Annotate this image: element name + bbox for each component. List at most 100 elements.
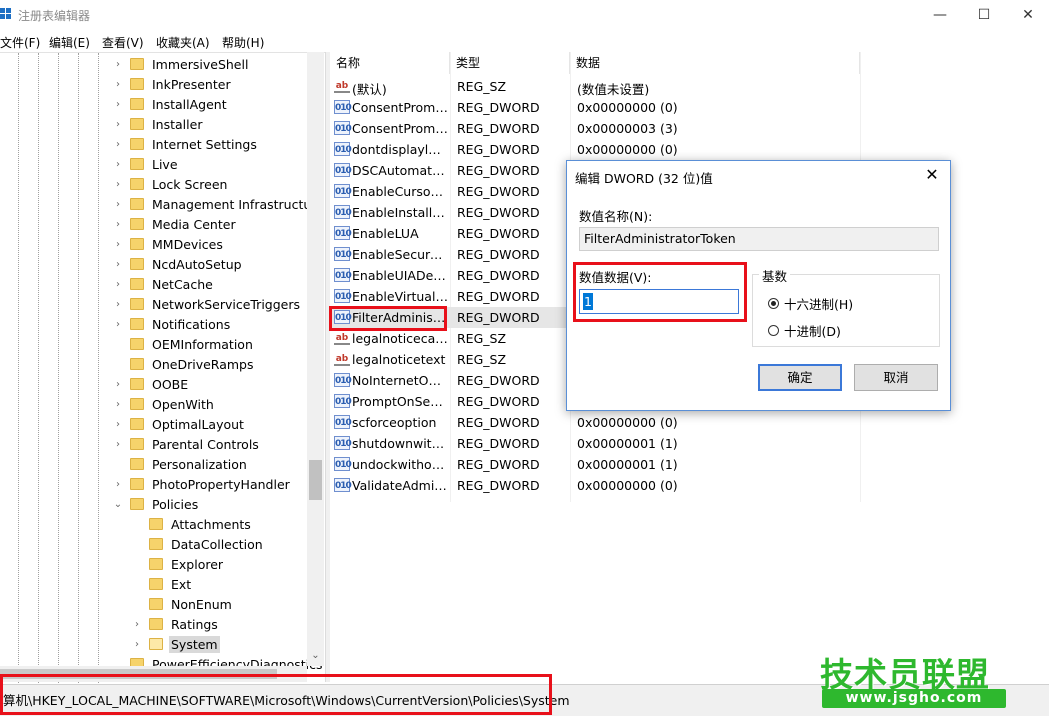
tree-item[interactable]: Personalization <box>112 454 249 474</box>
tree-item[interactable]: › ImmersiveShell <box>112 54 250 74</box>
value-data: (数值未设置) <box>577 82 650 97</box>
tree-item[interactable]: › Media Center <box>112 214 238 234</box>
value-data-input[interactable]: 1 <box>579 289 739 314</box>
column-header-name[interactable]: 名称 <box>330 52 450 74</box>
ok-button[interactable]: 确定 <box>758 364 842 391</box>
menu-view[interactable]: 查看(V) <box>102 34 144 51</box>
tree-item-label: Internet Settings <box>152 136 257 152</box>
tree-item[interactable]: DataCollection <box>131 534 265 554</box>
tree-item[interactable]: › OptimalLayout <box>112 414 246 434</box>
tree-item[interactable]: › NetworkServiceTriggers <box>112 294 302 314</box>
tree-item[interactable]: Attachments <box>131 514 253 534</box>
value-row[interactable]: 010dontdisplaylastusername REG_DWORD 0x000… <box>330 139 860 160</box>
tree-item[interactable]: › InkPresenter <box>112 74 233 94</box>
folder-icon <box>130 378 144 390</box>
radio-decimal[interactable]: 十进制(D) <box>768 321 841 340</box>
value-row[interactable]: 010ConsentPromptBehaviorUser REG_DWORD 0x0… <box>330 118 860 139</box>
expand-arrow-icon[interactable]: › <box>131 619 143 630</box>
dialog-close-icon[interactable]: ✕ <box>918 163 946 187</box>
cancel-button[interactable]: 取消 <box>854 364 938 391</box>
tree-item-label: Lock Screen <box>152 176 228 192</box>
tree-item[interactable]: OneDriveRamps <box>112 354 255 374</box>
tree-item[interactable]: › Management Infrastructure <box>112 194 325 214</box>
tree-item[interactable]: Explorer <box>131 554 225 574</box>
expand-arrow-icon[interactable]: › <box>112 399 124 410</box>
expand-arrow-icon[interactable]: › <box>112 239 124 250</box>
expand-arrow-icon[interactable]: › <box>112 259 124 270</box>
tree-item[interactable]: › Parental Controls <box>112 434 261 454</box>
tree-item[interactable]: › Notifications <box>112 314 232 334</box>
value-row[interactable]: 010ValidateAdminCodeSignatures REG_DWORD 0… <box>330 475 860 496</box>
tree-item[interactable]: › Internet Settings <box>112 134 259 154</box>
expand-arrow-icon[interactable]: › <box>112 119 124 130</box>
tree-item[interactable]: › MMDevices <box>112 234 225 254</box>
minimize-button[interactable]: — <box>917 0 963 30</box>
expand-arrow-icon[interactable]: › <box>112 79 124 90</box>
expand-arrow-icon[interactable]: › <box>112 299 124 310</box>
value-row[interactable]: ab (默认) REG_SZ (数值未设置) <box>330 76 860 97</box>
column-header-type[interactable]: 类型 <box>450 52 570 74</box>
tree-item[interactable]: › NcdAutoSetup <box>112 254 244 274</box>
expand-arrow-icon[interactable]: › <box>112 179 124 190</box>
value-row[interactable]: 010 scforceoption REG_DWORD 0x00000000 (0) <box>330 412 860 433</box>
tree-item-label: System <box>169 635 220 653</box>
maximize-button[interactable]: ☐ <box>961 0 1007 30</box>
expand-arrow-icon[interactable]: › <box>131 639 143 650</box>
expand-arrow-icon[interactable]: › <box>112 379 124 390</box>
expand-arrow-icon[interactable]: › <box>112 139 124 150</box>
tree-vertical-scrollbar[interactable] <box>307 52 324 666</box>
tree-item[interactable]: › Installer <box>112 114 204 134</box>
tree-item[interactable]: › System <box>131 634 220 654</box>
tree-vertical-scroll-thumb[interactable] <box>309 460 322 500</box>
value-name: EnableSecureUIAPaths <box>352 247 448 262</box>
menu-help[interactable]: 帮助(H) <box>222 34 264 51</box>
tree-item[interactable]: › Lock Screen <box>112 174 229 194</box>
binary-value-icon: 010 <box>334 289 352 303</box>
tree-item[interactable]: ⌄ Policies <box>112 494 200 514</box>
expand-arrow-icon[interactable]: › <box>112 439 124 450</box>
tree-item[interactable]: OEMInformation <box>112 334 255 354</box>
tree-horizontal-scroll-thumb[interactable] <box>0 669 277 679</box>
expand-arrow-icon[interactable]: › <box>112 479 124 490</box>
expand-arrow-icon[interactable]: › <box>112 219 124 230</box>
radio-dec-label: 十进制(D) <box>784 324 841 339</box>
expand-arrow-icon[interactable]: › <box>112 419 124 430</box>
tree-item[interactable]: › OpenWith <box>112 394 216 414</box>
folder-icon <box>149 538 163 550</box>
value-row[interactable]: 010shutdownwithoutlogon REG_DWORD 0x000000… <box>330 433 860 454</box>
tree-item[interactable]: › OOBE <box>112 374 190 394</box>
expand-arrow-icon[interactable]: ⌄ <box>112 499 124 510</box>
expand-arrow-icon[interactable]: › <box>112 319 124 330</box>
tree-item-label: NcdAutoSetup <box>152 256 242 272</box>
folder-icon <box>130 258 144 270</box>
tree-item[interactable]: NonEnum <box>131 594 234 614</box>
registry-key-tree[interactable]: › ImmersiveShell › InkPresenter › InstallAgen… <box>0 52 325 683</box>
expand-arrow-icon[interactable]: › <box>112 99 124 110</box>
tree-item-label: MMDevices <box>152 236 223 252</box>
folder-icon <box>130 278 144 290</box>
tree-item[interactable]: Ext <box>131 574 193 594</box>
tree-item[interactable]: › Live <box>112 154 180 174</box>
expand-arrow-icon[interactable]: › <box>112 59 124 70</box>
tree-scroll-down-icon[interactable]: ⌄ <box>307 650 324 666</box>
value-row[interactable]: 010ConsentPromptBehaviorAdmin REG_DWORD 0x… <box>330 97 860 118</box>
value-name: (默认) <box>352 82 387 97</box>
expand-arrow-icon[interactable]: › <box>112 159 124 170</box>
value-row[interactable]: 010undockwithoutlogon REG_DWORD 0x00000001… <box>330 454 860 475</box>
expand-arrow-icon[interactable]: › <box>112 199 124 210</box>
column-header-data[interactable]: 数据 <box>570 52 860 74</box>
folder-icon <box>130 318 144 330</box>
radio-hexadecimal[interactable]: 十六进制(H) <box>768 294 853 313</box>
tree-item[interactable]: › Ratings <box>131 614 220 634</box>
window-title: 注册表编辑器 <box>18 9 91 23</box>
expand-arrow-icon[interactable]: › <box>112 279 124 290</box>
tree-item[interactable]: › NetCache <box>112 274 215 294</box>
tree-item-label: Media Center <box>152 216 236 232</box>
close-window-button[interactable]: ✕ <box>1005 0 1049 30</box>
tree-item[interactable]: › InstallAgent <box>112 94 229 114</box>
string-value-icon: ab <box>334 333 350 345</box>
menu-favorites[interactable]: 收藏夹(A) <box>156 34 210 51</box>
menu-edit[interactable]: 编辑(E) <box>49 34 90 51</box>
tree-item[interactable]: › PhotoPropertyHandler <box>112 474 292 494</box>
menu-file[interactable]: 文件(F) <box>0 34 40 51</box>
